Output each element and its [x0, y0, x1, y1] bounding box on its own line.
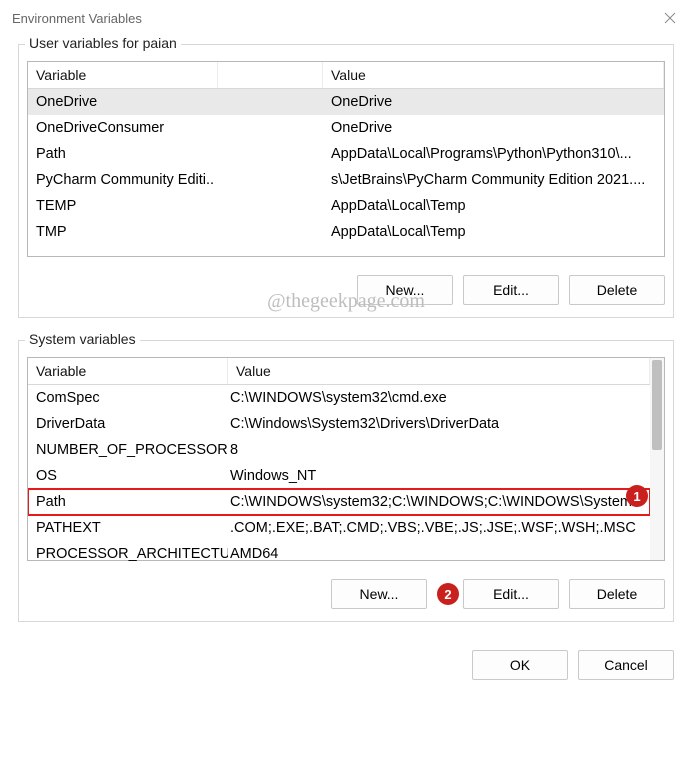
titlebar: Environment Variables — [0, 0, 692, 36]
table-row[interactable]: PROCESSOR_ARCHITECTU...AMD64 — [28, 541, 650, 567]
table-row[interactable]: PathC:\WINDOWS\system32;C:\WINDOWS;C:\WI… — [28, 489, 650, 515]
cell-value: AppData\Local\Temp — [323, 222, 664, 242]
col-value[interactable]: Value — [323, 62, 664, 88]
table-row[interactable]: TMP AppData\Local\Temp — [28, 219, 664, 245]
system-buttons: New... 2 Edit... Delete — [27, 579, 665, 609]
cell-value: AppData\Local\Programs\Python\Python310\… — [323, 144, 664, 164]
cell-variable: Path — [28, 492, 228, 512]
cell-spacer — [218, 170, 323, 190]
system-variables-group: System variables Variable Value ComSpecC… — [18, 340, 674, 622]
table-header: Variable Value — [28, 358, 650, 385]
table-row[interactable]: DriverDataC:\Windows\System32\Drivers\Dr… — [28, 411, 650, 437]
table-row[interactable]: OSWindows_NT — [28, 463, 650, 489]
cell-variable: PROCESSOR_ARCHITECTU... — [28, 544, 228, 564]
annotation-badge-2: 2 — [437, 583, 459, 605]
cell-spacer — [218, 222, 323, 242]
cell-value: C:\WINDOWS\system32\cmd.exe — [228, 388, 650, 408]
col-variable[interactable]: Variable — [28, 358, 228, 384]
user-delete-button[interactable]: Delete — [569, 275, 665, 305]
close-button[interactable] — [658, 6, 682, 30]
ok-button[interactable]: OK — [472, 650, 568, 680]
cell-value: C:\WINDOWS\system32;C:\WINDOWS;C:\WINDOW… — [228, 492, 650, 512]
user-variables-group: User variables for paian Variable Value … — [18, 44, 674, 318]
col-value[interactable]: Value — [228, 358, 650, 384]
table-row[interactable]: ComSpecC:\WINDOWS\system32\cmd.exe — [28, 385, 650, 411]
cell-value: .COM;.EXE;.BAT;.CMD;.VBS;.VBE;.JS;.JSE;.… — [228, 518, 650, 538]
table-row[interactable]: PATHEXT.COM;.EXE;.BAT;.CMD;.VBS;.VBE;.JS… — [28, 515, 650, 541]
col-spacer — [218, 62, 323, 88]
cancel-button[interactable]: Cancel — [578, 650, 674, 680]
table-row[interactable]: PyCharm Community Editi.. s\JetBrains\PyC… — [28, 167, 664, 193]
window-title: Environment Variables — [12, 11, 142, 26]
cell-variable: DriverData — [28, 414, 228, 434]
user-variables-table[interactable]: Variable Value OneDriveOneDriveOneDriveC… — [27, 61, 665, 257]
cell-value: AppData\Local\Temp — [323, 196, 664, 216]
cell-variable: TMP — [28, 222, 218, 242]
cell-variable: OneDriveConsumer — [28, 118, 218, 138]
user-edit-button[interactable]: Edit... — [463, 275, 559, 305]
table-header: Variable Value — [28, 62, 664, 89]
cell-spacer — [218, 92, 323, 112]
user-group-legend: User variables for paian — [25, 35, 181, 51]
cell-value: AMD64 — [228, 544, 650, 564]
close-icon — [664, 12, 676, 24]
cell-variable: NUMBER_OF_PROCESSORS — [28, 440, 228, 460]
cell-spacer — [218, 196, 323, 216]
table-row[interactable]: OneDrive OneDrive — [28, 89, 664, 115]
cell-variable: OS — [28, 466, 228, 486]
cell-spacer — [218, 118, 323, 138]
cell-variable: OneDrive — [28, 92, 218, 112]
cell-value: s\JetBrains\PyCharm Community Edition 20… — [323, 170, 664, 190]
cell-spacer — [218, 144, 323, 164]
system-variables-table[interactable]: Variable Value ComSpecC:\WINDOWS\system3… — [27, 357, 665, 561]
cell-variable: Path — [28, 144, 218, 164]
cell-value: Windows_NT — [228, 466, 650, 486]
scrollbar[interactable] — [650, 358, 664, 560]
table-row[interactable]: OneDriveConsumer OneDrive — [28, 115, 664, 141]
system-new-button[interactable]: New... — [331, 579, 427, 609]
table-row[interactable]: Path AppData\Local\Programs\Python\Python… — [28, 141, 664, 167]
cell-variable: TEMP — [28, 196, 218, 216]
system-group-legend: System variables — [25, 331, 140, 347]
cell-variable: PATHEXT — [28, 518, 228, 538]
system-delete-button[interactable]: Delete — [569, 579, 665, 609]
col-variable[interactable]: Variable — [28, 62, 218, 88]
system-edit-button[interactable]: Edit... — [463, 579, 559, 609]
dialog-footer: OK Cancel — [0, 644, 692, 692]
cell-variable: ComSpec — [28, 388, 228, 408]
user-new-button[interactable]: New... — [357, 275, 453, 305]
table-row[interactable]: NUMBER_OF_PROCESSORS8 — [28, 437, 650, 463]
cell-variable: PyCharm Community Editi.. — [28, 170, 218, 190]
cell-value: C:\Windows\System32\Drivers\DriverData — [228, 414, 650, 434]
cell-value: OneDrive — [323, 92, 664, 112]
cell-value: 8 — [228, 440, 650, 460]
table-row[interactable]: TEMP AppData\Local\Temp — [28, 193, 664, 219]
user-buttons: New... Edit... Delete — [27, 275, 665, 305]
cell-value: OneDrive — [323, 118, 664, 138]
scroll-thumb[interactable] — [652, 360, 662, 450]
annotation-badge-1: 1 — [626, 485, 648, 507]
